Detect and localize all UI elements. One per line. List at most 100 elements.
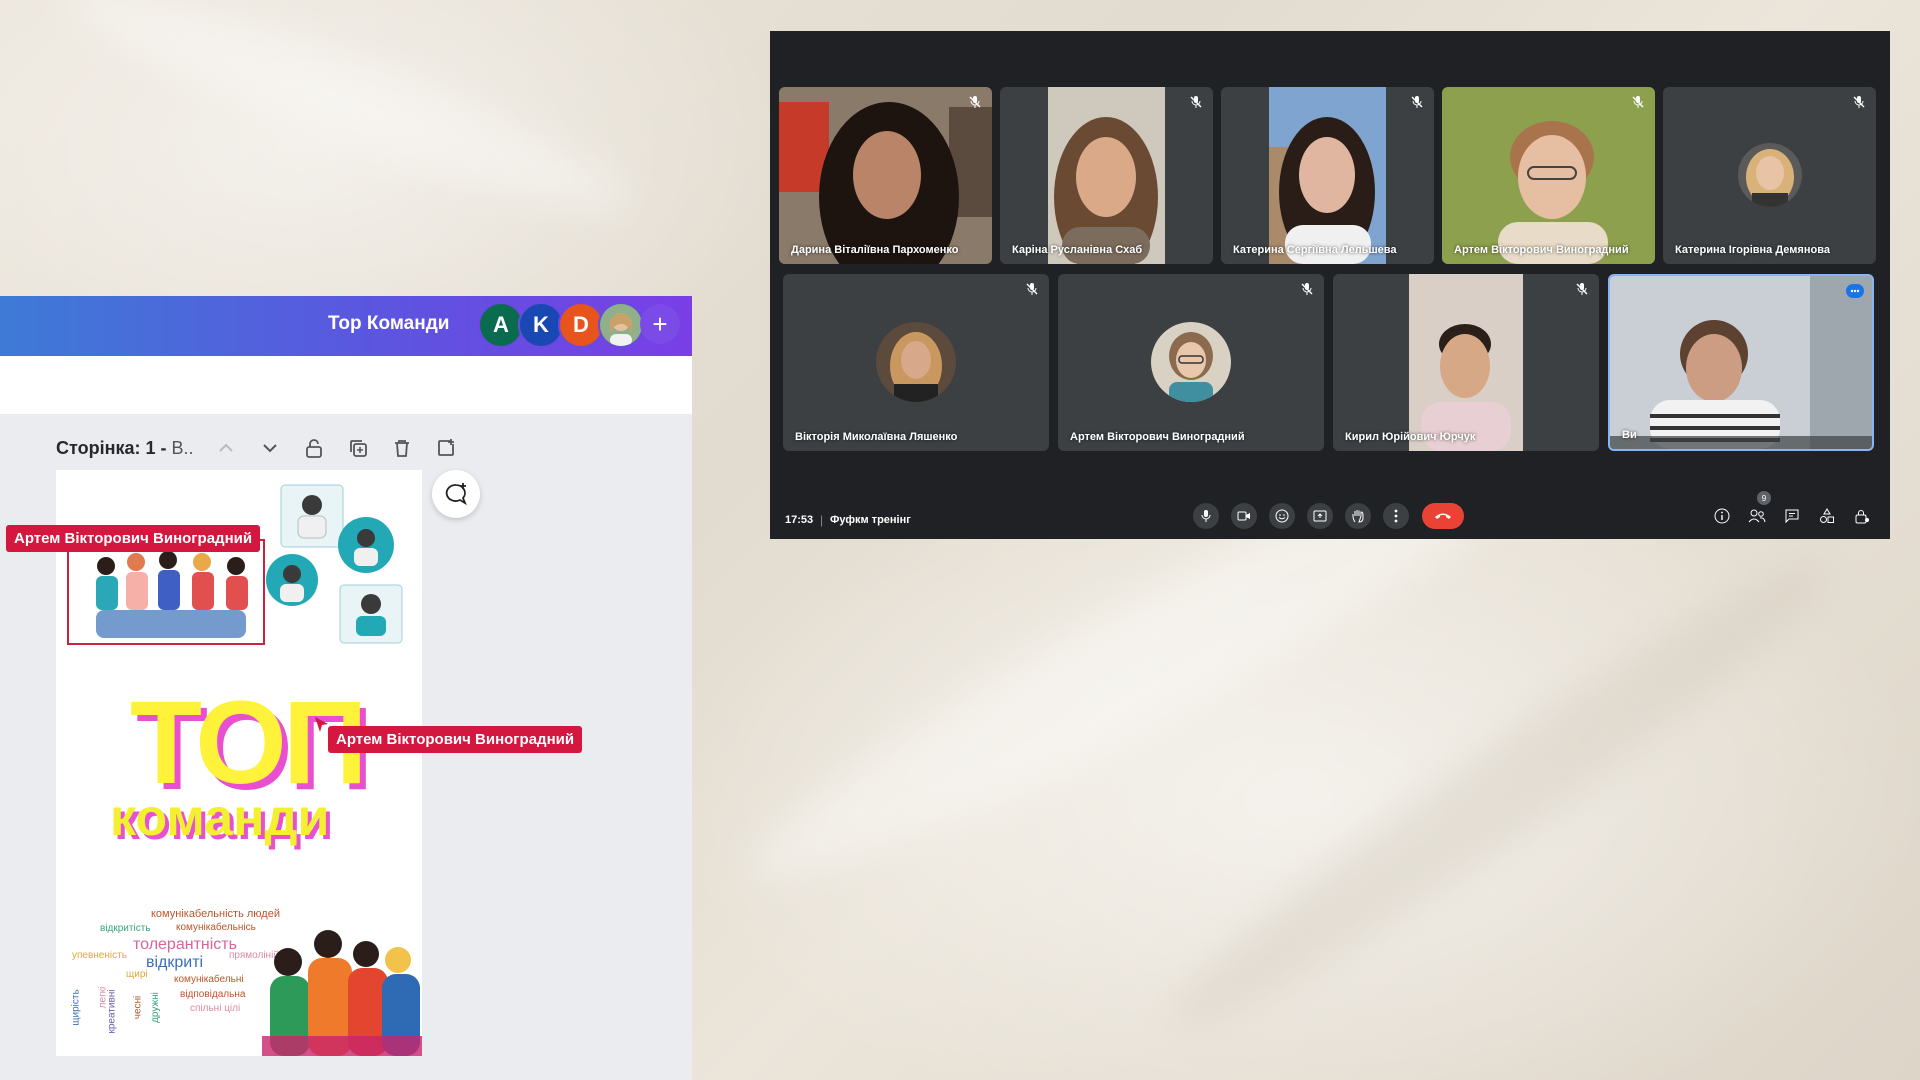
mic-off-icon: [1410, 95, 1424, 109]
participant-tile[interactable]: Кирил Юрійович Юрчук: [1333, 274, 1599, 451]
camera-icon: [1237, 511, 1250, 521]
mic-off-icon: [1025, 282, 1039, 296]
participant-video: [1000, 87, 1213, 264]
participant-name: Катерина Ігорівна Демянова: [1675, 244, 1830, 256]
collaborator-cursor-tag: Артем Вікторович Виноградний: [328, 726, 583, 753]
activities-icon: [1820, 508, 1834, 523]
chevron-up-icon[interactable]: [215, 437, 237, 459]
participant-tile-self[interactable]: Ви: [1608, 274, 1874, 451]
word-cloud-word[interactable]: відкриті: [146, 954, 203, 972]
mic-off-icon: [1300, 282, 1314, 296]
word-cloud-word[interactable]: щирі: [126, 969, 148, 980]
participant-name: Артем Вікторович Виноградний: [1454, 244, 1629, 256]
add-page-icon[interactable]: [435, 437, 457, 459]
group-hug-illustration[interactable]: [262, 926, 422, 1056]
canva-secondary-bar: [0, 356, 692, 414]
word-cloud-word[interactable]: відповідальна: [180, 989, 245, 1000]
word-cloud-word[interactable]: комунікабельність людей: [151, 908, 280, 920]
participant-video: [1333, 274, 1599, 451]
mic-off-icon: [1189, 95, 1203, 109]
word-cloud-word[interactable]: дружні: [150, 992, 161, 1023]
delete-page-icon[interactable]: [391, 437, 413, 459]
speaking-indicator-icon: [1846, 284, 1864, 298]
people-button[interactable]: [1747, 506, 1767, 526]
duplicate-page-icon[interactable]: [347, 437, 369, 459]
canva-header: Тор Команди A K D +: [0, 296, 692, 356]
fabric-fold: [54, 0, 646, 241]
page-toolbar: Сторінка: 1 - B..: [56, 432, 457, 464]
participant-video: [1442, 87, 1655, 264]
chat-button[interactable]: [1782, 506, 1802, 526]
chevron-down-icon[interactable]: [259, 437, 281, 459]
word-cloud-word[interactable]: щирість: [71, 989, 82, 1025]
participant-name: Кирил Юрійович Юрчук: [1345, 431, 1476, 443]
end-call-button[interactable]: [1422, 503, 1464, 529]
word-cloud-word[interactable]: креативні: [107, 989, 118, 1033]
meet-window: Дарина Віталіївна Пархоменко Каріна Русл…: [770, 31, 1890, 539]
word-cloud-word[interactable]: комунікабельні: [174, 974, 244, 985]
add-comment-button[interactable]: [432, 470, 480, 518]
participant-tile[interactable]: Артем Вікторович Виноградний: [1442, 87, 1655, 264]
lock-icon[interactable]: [303, 437, 325, 459]
canva-editor-panel: Тор Команди A K D + Сторінка: 1 - B.. ТО…: [0, 296, 692, 1080]
participant-video: [779, 87, 992, 264]
mic-off-icon: [968, 95, 982, 109]
participant-video: [1221, 87, 1434, 264]
hand-icon: [1352, 510, 1364, 523]
present-screen-button[interactable]: [1307, 503, 1333, 529]
emoji-icon: [1275, 509, 1289, 523]
participant-name: Артем Вікторович Виноградний: [1070, 431, 1245, 443]
meeting-info-button[interactable]: [1712, 506, 1732, 526]
participant-avatar: [876, 322, 956, 402]
comment-plus-icon: [445, 483, 467, 506]
collaborator-cursor-tag: Артем Вікторович Виноградний: [6, 525, 261, 552]
participant-tile[interactable]: Артем Вікторович Виноградний: [1058, 274, 1324, 451]
team-illustration[interactable]: [56, 470, 422, 650]
design-page[interactable]: ТОП команди комунікабельність людей відк…: [56, 470, 422, 1056]
participant-tile[interactable]: Каріна Русланівна Схаб: [1000, 87, 1213, 264]
collaborator-avatar-photo[interactable]: [598, 302, 644, 348]
microphone-button[interactable]: [1193, 503, 1219, 529]
word-cloud-word[interactable]: спільні цілі: [190, 1003, 240, 1014]
participant-name: Вікторія Миколаївна Ляшенко: [795, 431, 958, 443]
hang-up-icon: [1435, 513, 1451, 519]
participant-tile[interactable]: Дарина Віталіївна Пархоменко: [779, 87, 992, 264]
people-count-badge: 9: [1757, 491, 1771, 505]
mic-off-icon: [1575, 282, 1589, 296]
camera-button[interactable]: [1231, 503, 1257, 529]
add-collaborator-button[interactable]: +: [640, 304, 680, 344]
participant-tile[interactable]: Вікторія Миколаївна Ляшенко: [783, 274, 1049, 451]
present-screen-icon: [1313, 510, 1327, 522]
page-label[interactable]: Сторінка: 1 - B..: [56, 438, 193, 459]
participant-name: Дарина Віталіївна Пархоменко: [791, 244, 959, 256]
microphone-icon: [1201, 510, 1211, 522]
host-controls-button[interactable]: [1852, 506, 1872, 526]
word-cloud-word[interactable]: відкритість: [100, 923, 150, 934]
participant-video: [1610, 276, 1872, 449]
participant-tile[interactable]: Катерина Ігорівна Демянова: [1663, 87, 1876, 264]
mic-off-icon: [1631, 95, 1645, 109]
word-cloud-word[interactable]: комунікабельнісь: [176, 922, 256, 933]
word-cloud-word[interactable]: толерантність: [133, 936, 237, 954]
separator: |: [820, 513, 824, 527]
participant-name: Ви: [1622, 429, 1637, 441]
word-cloud-word[interactable]: упевненість: [72, 950, 127, 961]
design-title[interactable]: Тор Команди: [328, 313, 449, 335]
meet-controls-bar: 17:53 | Фуфкм тренінг 9: [770, 491, 1890, 539]
participant-avatar: [1151, 322, 1231, 402]
raise-hand-button[interactable]: [1345, 503, 1371, 529]
participant-name: Каріна Русланівна Схаб: [1012, 244, 1143, 256]
lock-person-icon: [1855, 510, 1869, 524]
participant-avatar: [1738, 143, 1802, 207]
more-vertical-icon: [1394, 509, 1398, 523]
avatar-photo-icon: [600, 304, 642, 346]
participant-tile[interactable]: Катерина Сергіївна Лельшева: [1221, 87, 1434, 264]
activities-button[interactable]: [1817, 506, 1837, 526]
more-options-button[interactable]: [1383, 503, 1409, 529]
reactions-button[interactable]: [1269, 503, 1295, 529]
info-icon: [1714, 508, 1730, 524]
chat-icon: [1785, 509, 1799, 524]
meeting-time: 17:53: [785, 514, 814, 526]
word-cloud-word[interactable]: чесні: [132, 996, 143, 1020]
design-title-bottom[interactable]: команди: [110, 792, 330, 844]
